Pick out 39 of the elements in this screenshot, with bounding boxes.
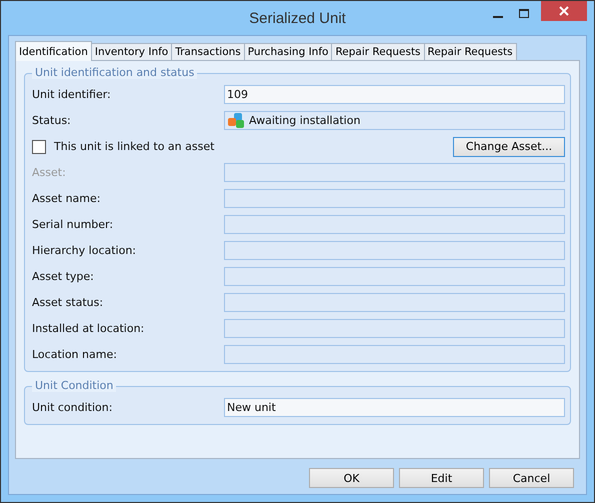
tab[interactable]: Purchasing Info <box>244 43 332 60</box>
window-title: Serialized Unit <box>249 10 346 26</box>
dialog-button[interactable]: Edit <box>399 468 484 488</box>
field-label: Hierarchy location: <box>32 244 138 257</box>
tab[interactable]: Repair Requests <box>331 43 425 60</box>
input-field[interactable] <box>224 293 565 312</box>
dialog-button[interactable]: OK <box>309 468 394 488</box>
input-field[interactable] <box>224 267 565 286</box>
field-label: Unit identifier: <box>32 88 112 101</box>
field-label: Asset type: <box>32 270 95 283</box>
status-field: Awaiting installation <box>224 111 565 130</box>
checkbox[interactable] <box>32 140 46 154</box>
field-label: Serial number: <box>32 218 114 231</box>
tab[interactable]: Identification <box>15 41 92 61</box>
group-title: Unit identification and status <box>32 66 198 79</box>
input-field[interactable]: 109 <box>224 85 565 104</box>
close-icon[interactable] <box>541 1 587 21</box>
change-asset-button[interactable]: Change Asset... <box>453 136 565 156</box>
input-field[interactable] <box>224 241 565 260</box>
field-label: Asset: <box>32 166 67 179</box>
field-label: Installed at location: <box>32 322 146 335</box>
checkbox-label: This unit is linked to an asset <box>54 140 216 153</box>
tab[interactable]: Repair Requests <box>424 43 517 60</box>
group-title: Unit Condition <box>32 379 116 392</box>
field-label: Asset status: <box>32 296 104 309</box>
field-label: Status: <box>32 114 72 127</box>
input-field[interactable]: New unit <box>224 398 565 417</box>
input-field[interactable] <box>224 215 565 234</box>
input-field[interactable] <box>224 189 565 208</box>
input-field[interactable] <box>224 319 565 338</box>
cubes-icon <box>227 112 247 130</box>
input-field[interactable] <box>224 345 565 364</box>
field-label: Location name: <box>32 348 118 361</box>
field-label: Asset name: <box>32 192 102 205</box>
tab[interactable]: Transactions <box>171 43 245 60</box>
input-field[interactable] <box>224 163 565 182</box>
dialog-button[interactable]: Cancel <box>489 468 574 488</box>
tab[interactable]: Inventory Info <box>90 43 172 60</box>
field-label: Unit condition: <box>32 401 114 414</box>
